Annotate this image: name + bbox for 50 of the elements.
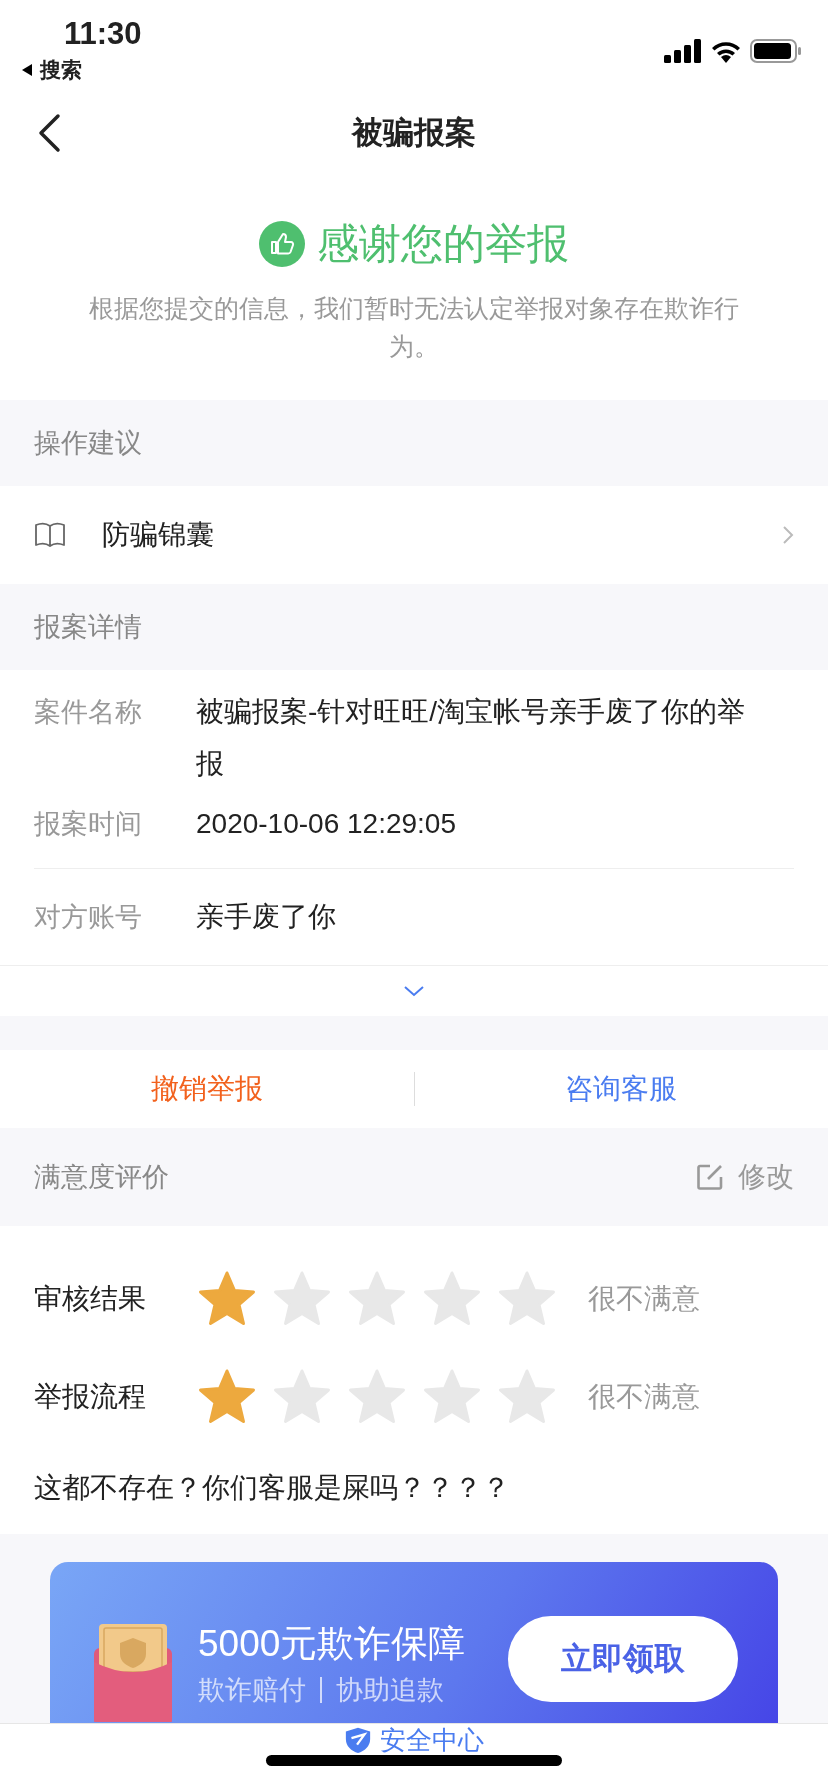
contact-service-button[interactable]: 咨询客服 [414,1060,828,1118]
signal-icon [664,39,702,63]
rating-verdict: 很不满意 [588,1282,700,1316]
back-icon[interactable] [36,113,62,153]
edit-icon[interactable] [696,1163,724,1191]
rating-verdict: 很不满意 [588,1380,700,1414]
back-triangle-icon[interactable] [20,63,34,77]
rating-comment: 这都不存在？你们客服是屎吗？？？？ [34,1471,511,1505]
rating-label: 审核结果 [34,1282,147,1316]
section-header: 操作建议 [34,427,142,460]
empty-star-icon[interactable] [348,1271,406,1327]
field-value: 被骗报案-针对旺旺/淘宝帐号亲手废了你的举报 [196,695,747,781]
shield-icon[interactable] [344,1726,372,1754]
filled-star-icon[interactable] [198,1271,256,1327]
book-icon [34,522,66,548]
page-title: 被骗报案 [352,114,476,152]
result-title: 感谢您的举报 [317,219,569,269]
promo-title: 5000元欺诈保障 [198,1622,467,1666]
envelope-icon [94,1622,174,1722]
promo-tag: 欺诈赔付 [198,1672,306,1708]
thumbs-up-icon [259,221,305,267]
empty-star-icon[interactable] [498,1271,556,1327]
empty-star-icon[interactable] [348,1369,406,1425]
result-message: 根据您提交的信息，我们暂时无法认定举报对象存在欺诈行为。 [88,294,740,362]
section-header: 满意度评价 [34,1161,169,1194]
filled-star-icon[interactable] [198,1369,256,1425]
empty-star-icon[interactable] [498,1369,556,1425]
empty-star-icon[interactable] [273,1271,331,1327]
empty-star-icon[interactable] [273,1369,331,1425]
rating-label: 举报流程 [34,1380,147,1414]
field-value: 亲手废了你 [196,900,337,934]
field-label: 对方账号 [34,901,142,934]
claim-button[interactable]: 立即领取 [508,1616,738,1702]
cancel-report-button[interactable]: 撤销举报 [0,1060,414,1118]
wifi-icon [710,39,742,63]
edit-button[interactable]: 修改 [696,1158,794,1196]
field-label: 案件名称 [34,696,142,729]
chevron-right-icon [782,525,794,545]
empty-star-icon[interactable] [423,1369,481,1425]
field-value: 2020-10-06 12:29:05 [196,807,457,841]
tips-list-item[interactable]: 防骗锦囊 [0,486,828,584]
tab-item[interactable]: 安全中心 [344,1724,484,1754]
section-header: 报案详情 [34,611,142,644]
empty-star-icon[interactable] [423,1271,481,1327]
chevron-down-icon[interactable] [403,985,425,997]
field-label: 报案时间 [34,808,142,841]
battery-icon [750,39,802,63]
status-time: 11:30 [64,15,142,53]
back-app-link[interactable]: 搜索 [40,56,82,84]
promo-tag: 协助追款 [336,1672,444,1708]
